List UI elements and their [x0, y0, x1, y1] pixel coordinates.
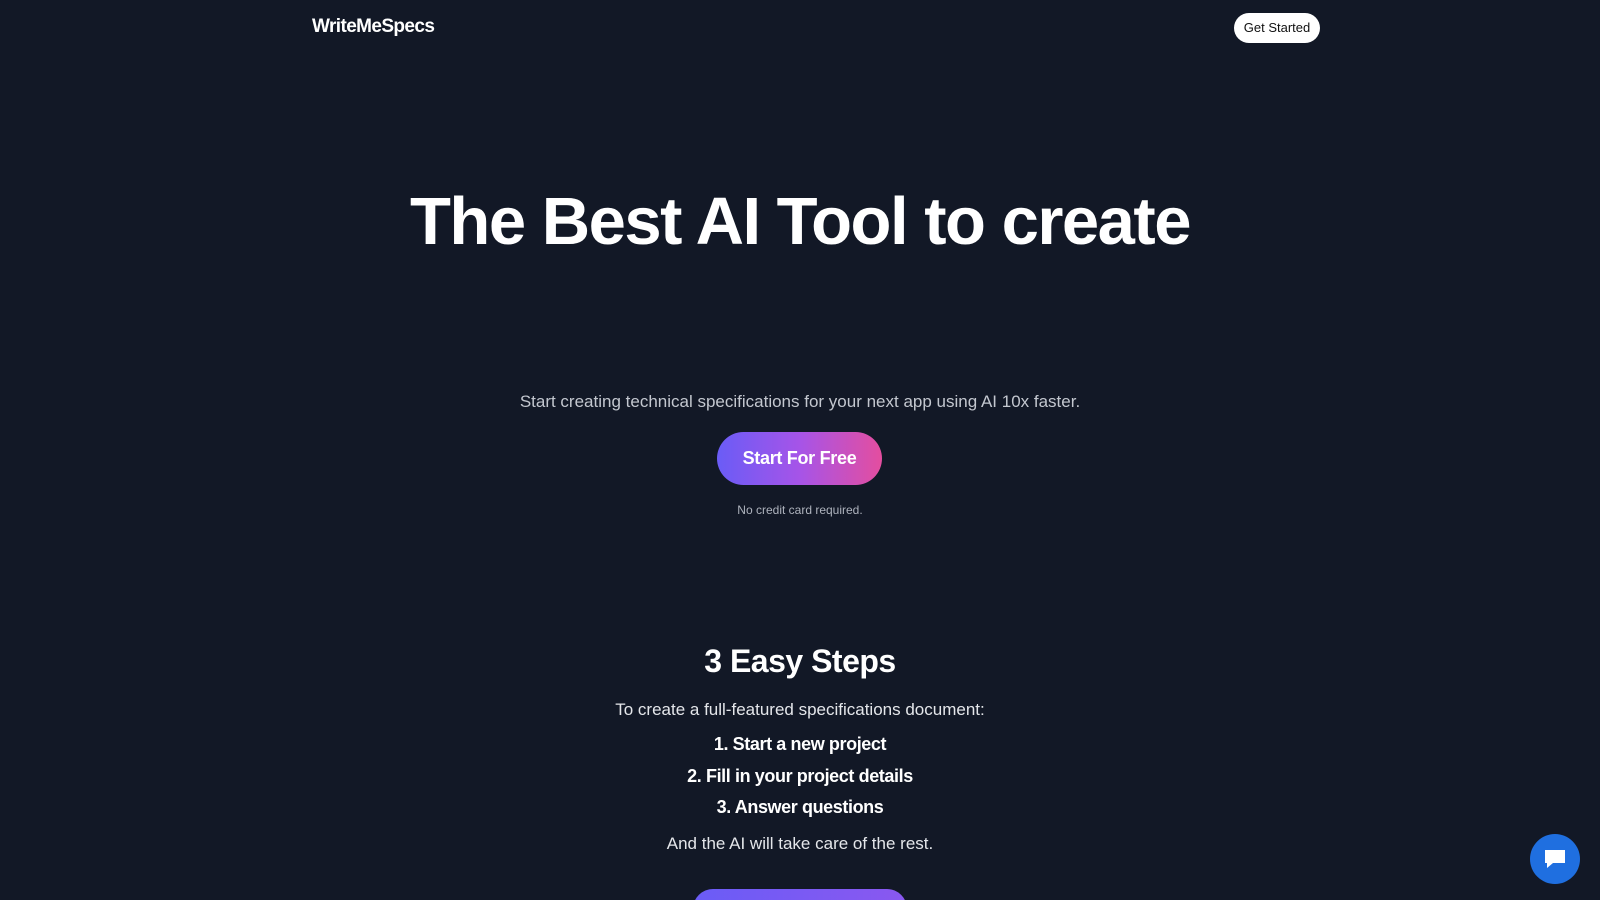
hero-title: The Best AI Tool to create	[409, 184, 1192, 259]
top-nav: WriteMeSpecs Get Started	[0, 0, 1600, 60]
steps-title: 3 Easy Steps	[704, 643, 896, 679]
hero-subtitle: Start creating technical specifications …	[519, 392, 1081, 411]
steps-outro: And the AI will take care of the rest.	[666, 834, 934, 853]
get-started-button[interactable]: Get Started	[1234, 13, 1320, 43]
start-for-free-button[interactable]: Start For Free	[717, 432, 882, 485]
landing-page: WriteMeSpecs Get Started The Best AI Too…	[0, 0, 1600, 900]
step-item: 3. Answer questions	[716, 797, 884, 817]
chat-bubble-icon	[1545, 850, 1565, 868]
step-item: 1. Start a new project	[713, 734, 887, 754]
secondary-cta-button[interactable]	[693, 889, 907, 900]
brand-logo[interactable]: WriteMeSpecs	[312, 16, 435, 38]
cta-note: No credit card required.	[737, 503, 863, 517]
steps-intro: To create a full-featured specifications…	[615, 700, 985, 719]
chat-widget-button[interactable]	[1530, 834, 1580, 884]
step-item: 2. Fill in your project details	[687, 766, 913, 786]
